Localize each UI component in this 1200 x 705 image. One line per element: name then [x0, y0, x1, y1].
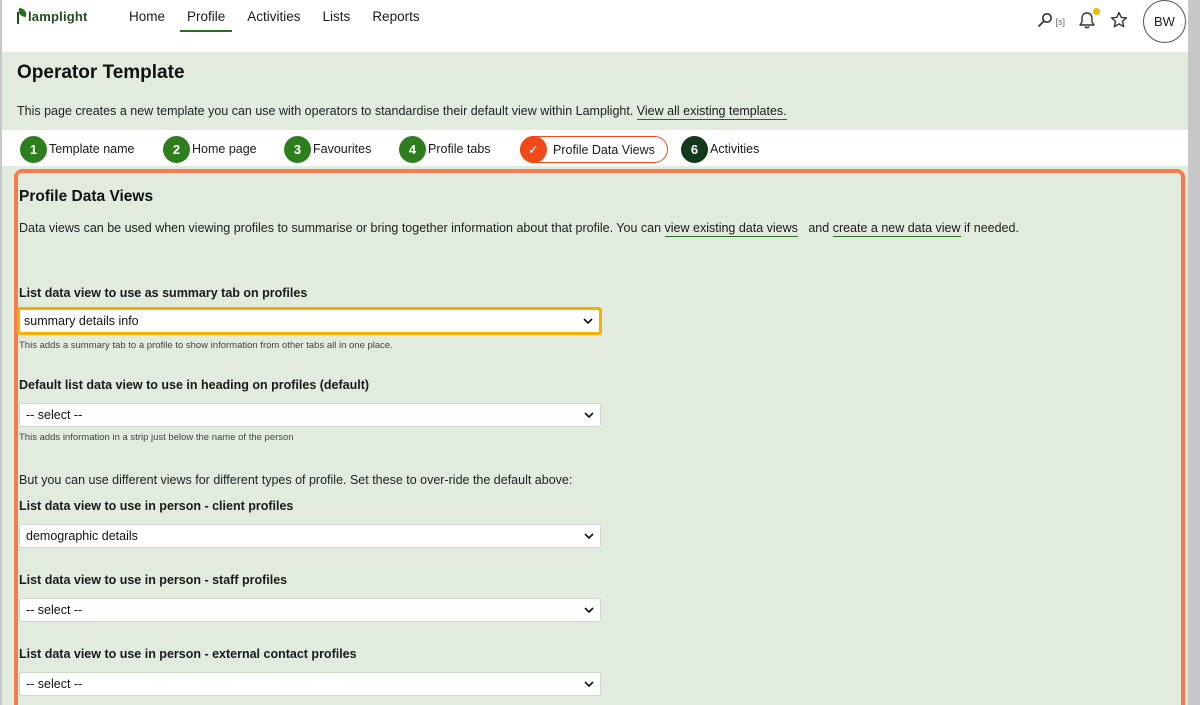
app-frame: lamplight Home Profile Activities Lists … — [2, 0, 1188, 705]
section-title: Profile Data Views — [19, 188, 154, 205]
page-title: Operator Template — [17, 62, 185, 83]
step-number: 3 — [284, 135, 311, 163]
nav-item-profile[interactable]: Profile — [180, 0, 233, 32]
nav-item-lists[interactable]: Lists — [316, 0, 358, 32]
check-icon: ✓ — [520, 136, 547, 163]
select-value: demographic details — [26, 529, 138, 543]
view-data-views-link[interactable]: view existing data views — [664, 221, 798, 237]
external-profiles-label: List data view to use in person - extern… — [19, 647, 357, 661]
step-profile-tabs[interactable]: 4 Profile tabs — [399, 135, 491, 163]
client-profiles-label: List data view to use in person - client… — [19, 499, 294, 513]
nav-item-activities[interactable]: Activities — [240, 0, 307, 32]
nav-item-reports[interactable]: Reports — [365, 0, 426, 32]
view-templates-link[interactable]: View all existing templates. — [636, 104, 787, 120]
external-profiles-select[interactable]: -- select -- — [19, 672, 601, 696]
top-bar: lamplight Home Profile Activities Lists … — [2, 0, 1188, 52]
chevron-down-icon — [584, 533, 594, 540]
step-activities[interactable]: 6 Activities — [681, 135, 760, 163]
avatar[interactable]: BW — [1143, 0, 1186, 43]
notification-dot — [1093, 8, 1100, 15]
nav-item-home[interactable]: Home — [122, 0, 172, 32]
description-text: if needed. — [964, 221, 1019, 235]
lamp-icon — [16, 8, 26, 24]
select-value: -- select -- — [26, 603, 83, 617]
step-label: Home page — [192, 142, 257, 156]
step-number: 6 — [681, 135, 708, 163]
description-text: and — [808, 221, 830, 235]
heading-default-help: This adds information in a strip just be… — [19, 432, 294, 443]
star-icon — [1110, 11, 1128, 28]
description-text: Data views can be used when viewing prof… — [19, 221, 662, 235]
wizard-steps: 1 Template name 2 Home page 3 Favourites… — [2, 130, 1188, 166]
step-favourites[interactable]: 3 Favourites — [284, 135, 372, 163]
step-number: 4 — [399, 135, 426, 163]
step-label: Favourites — [313, 142, 372, 156]
intro-text: This page creates a new template you can… — [17, 104, 787, 120]
client-profiles-select[interactable]: demographic details — [19, 524, 601, 548]
section-description: Data views can be used when viewing prof… — [19, 221, 1019, 237]
step-label: Profile tabs — [428, 142, 491, 156]
step-number: 1 — [20, 135, 47, 163]
summary-tab-label: List data view to use as summary tab on … — [19, 286, 308, 300]
notifications-button[interactable] — [1077, 8, 1100, 30]
search-button[interactable]: [s] — [1037, 12, 1065, 28]
heading-default-label: Default list data view to use in heading… — [19, 378, 370, 392]
main-nav: Home Profile Activities Lists Reports — [122, 0, 435, 32]
step-label: Activities — [710, 142, 760, 156]
staff-profiles-label: List data view to use in person - staff … — [19, 573, 288, 587]
step-label: Profile Data Views — [553, 142, 655, 157]
search-icon — [1038, 13, 1053, 27]
chevron-down-icon — [584, 681, 594, 688]
step-home-page[interactable]: 2 Home page — [163, 135, 257, 163]
step-profile-data-views[interactable]: ✓ Profile Data Views — [520, 136, 668, 163]
summary-tab-help: This adds a summary tab to a profile to … — [19, 340, 393, 351]
step-template-name[interactable]: 1 Template name — [20, 135, 135, 163]
select-value: -- select -- — [26, 677, 83, 691]
search-shortcut: [s] — [1055, 17, 1065, 27]
create-data-view-link[interactable]: create a new data view — [832, 221, 961, 237]
logo[interactable]: lamplight — [16, 6, 88, 26]
select-value: summary details info — [24, 314, 139, 328]
header-tools: [s] BW — [1025, 0, 1188, 43]
step-number: 2 — [163, 135, 190, 163]
staff-profiles-select[interactable]: -- select -- — [19, 598, 601, 622]
intro-description: This page creates a new template you can… — [17, 104, 634, 118]
override-note: But you can use different views for diff… — [19, 473, 573, 487]
chevron-down-icon — [583, 318, 593, 325]
logo-text: lamplight — [28, 8, 88, 24]
favourites-button[interactable] — [1109, 10, 1129, 30]
chevron-down-icon — [584, 607, 594, 614]
summary-tab-select[interactable]: summary details info — [17, 307, 602, 335]
chevron-down-icon — [584, 412, 594, 419]
step-label: Template name — [49, 142, 135, 156]
select-value: -- select -- — [26, 408, 83, 422]
heading-default-select[interactable]: -- select -- — [19, 403, 601, 427]
